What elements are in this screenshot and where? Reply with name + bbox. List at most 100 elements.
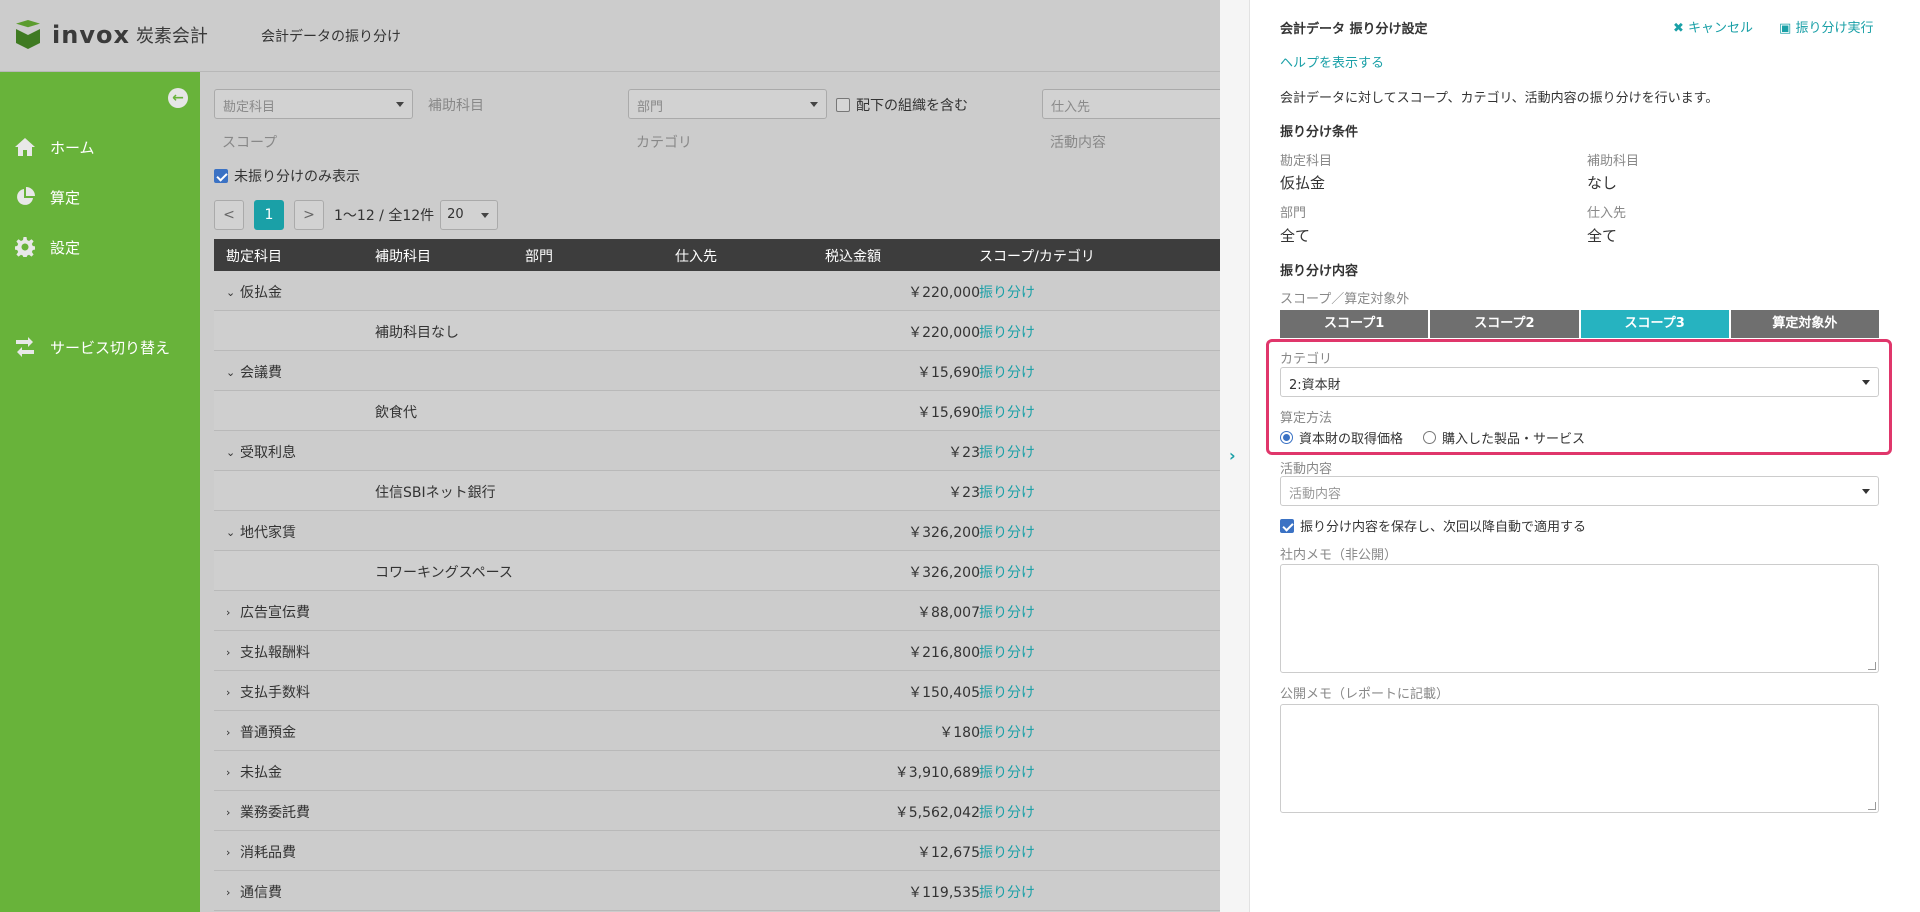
page-info: 1〜12 / 全12件 [334,208,435,224]
assign-link[interactable]: 振り分け [979,602,1035,622]
chevron-right-icon[interactable]: › [226,806,236,819]
sidebar-item-home[interactable]: ホーム [14,136,95,158]
assign-link[interactable]: 振り分け [979,402,1035,422]
account-select[interactable]: 勘定科目 [214,89,413,119]
resize-handle-icon[interactable] [1868,802,1876,810]
chevron-down-icon[interactable]: ⌄ [226,446,236,459]
checkbox-box[interactable] [1280,518,1294,533]
logo[interactable]: invox 炭素会計 [14,20,208,50]
page-size-select[interactable]: 20 [440,200,499,230]
table-row[interactable]: ⌄ 地代家賃 ￥326,200 振り分け [214,511,1220,551]
supplier-input[interactable]: 仕入先 [1042,89,1220,119]
table-row[interactable]: ⌄ 仮払金 ￥220,000 振り分け [214,271,1220,311]
table-row[interactable]: › 通信費 ￥119,535 振り分け [214,871,1220,911]
execute-label: 振り分け実行 [1795,21,1874,36]
page-1-button[interactable]: 1 [254,200,284,230]
help-link[interactable]: ヘルプを表示する [1280,52,1384,71]
public-memo-textarea[interactable] [1280,704,1879,813]
include-sub-orgs-checkbox[interactable]: 配下の組織を含む [836,95,968,115]
table-body: ⌄ 仮払金 ￥220,000 振り分け 補助科目なし ￥220,000 振り分け ⌄ 会議費 ￥1… [214,271,1220,911]
col-scope-category[interactable]: スコープ/カテゴリ [979,246,1095,266]
assign-link[interactable]: 振り分け [979,442,1035,462]
collapse-sidebar-icon[interactable]: ← [168,88,188,108]
assign-link[interactable]: 振り分け [979,482,1035,502]
row-amount: ￥5,562,042 [894,805,980,821]
table-row[interactable]: › 普通預金 ￥180 振り分け [214,711,1220,751]
chevron-right-icon[interactable]: › [226,766,236,779]
sidebar-item-calc[interactable]: 算定 [14,186,80,208]
row-amount: ￥119,535 [908,885,980,901]
resize-handle-icon[interactable] [1868,662,1876,670]
unassigned-only-checkbox[interactable]: 未振り分けのみ表示 [214,166,360,186]
public-memo-label: 公開メモ（レポートに記載） [1280,687,1450,702]
assign-link[interactable]: 振り分け [979,282,1035,302]
assign-link[interactable]: 振り分け [979,522,1035,542]
col-account[interactable]: 勘定科目 [226,246,282,266]
cancel-label: キャンセル [1688,21,1754,36]
chevron-down-icon[interactable]: ⌄ [226,366,236,379]
department-select[interactable]: 部門 [628,89,827,119]
category-select[interactable]: 2:資本財 [1280,367,1879,397]
checkbox-box[interactable] [214,169,228,183]
chevron-down-icon[interactable]: ⌄ [226,526,236,539]
assign-link[interactable]: 振り分け [979,682,1035,702]
sidebar-item-switch-service[interactable]: サービス切り替え [14,336,170,358]
chevron-right-icon[interactable]: › [226,886,236,899]
next-page-button[interactable]: > [294,200,324,230]
assign-link[interactable]: 振り分け [979,362,1035,382]
assign-link[interactable]: 振り分け [979,322,1035,342]
assign-link[interactable]: 振り分け [979,642,1035,662]
supplier-placeholder: 仕入先 [1051,100,1091,115]
col-supplier[interactable]: 仕入先 [675,246,717,266]
assign-link[interactable]: 振り分け [979,802,1035,822]
table-row[interactable]: › 支払手数料 ￥150,405 振り分け [214,671,1220,711]
sidebar-item-settings[interactable]: 設定 [14,236,80,258]
row-sub-account: 飲食代 [375,405,417,421]
assign-link[interactable]: 振り分け [979,762,1035,782]
method-radio-capital[interactable] [1280,431,1293,444]
table-row[interactable]: ⌄ 受取利息 ￥23 振り分け [214,431,1220,471]
brand-sub: 炭素会計 [135,26,208,47]
assign-link[interactable]: 振り分け [979,842,1035,862]
chevron-right-icon[interactable]: › [226,686,236,699]
scope-2-button[interactable]: スコープ2 [1430,310,1579,338]
checkbox-box[interactable] [836,98,850,112]
prev-page-button[interactable]: < [214,200,244,230]
table-row[interactable]: › 業務委託費 ￥5,562,042 振り分け [214,791,1220,831]
internal-memo-textarea[interactable] [1280,564,1879,673]
table-row[interactable]: › 広告宣伝費 ￥88,007 振り分け [214,591,1220,631]
out-of-scope-button[interactable]: 算定対象外 [1730,310,1879,338]
chevron-right-icon[interactable]: › [1229,446,1236,465]
activity-select[interactable]: 活動内容 [1280,476,1879,506]
chevron-right-icon[interactable]: › [226,646,236,659]
assign-link[interactable]: 振り分け [979,722,1035,742]
save-rule-checkbox[interactable]: 振り分け内容を保存し、次回以降自動で適用する [1280,516,1586,535]
chevron-down-icon[interactable]: ⌄ [226,286,236,299]
execute-button[interactable]: ▣ 振り分け実行 [1779,17,1873,36]
scope-3-button[interactable]: スコープ3 [1580,310,1729,338]
panel-description: 会計データに対してスコープ、カテゴリ、活動内容の振り分けを行います。 [1280,91,1719,106]
table-row[interactable]: › 未払金 ￥3,910,689 振り分け [214,751,1220,791]
table-row[interactable]: ⌄ 会議費 ￥15,690 振り分け [214,351,1220,391]
row-sub-account: コワーキングスペース [375,565,513,581]
col-amount[interactable]: 税込金額 [825,246,881,266]
row-sub-account: 補助科目なし [375,325,459,341]
col-sub-account[interactable]: 補助科目 [375,246,431,266]
gear-icon [14,236,36,258]
table-row[interactable]: › 消耗品費 ￥12,675 振り分け [214,831,1220,871]
scope-1-button[interactable]: スコープ1 [1280,310,1429,338]
method-radio-purchased[interactable] [1423,431,1437,444]
cancel-button[interactable]: ✖ キャンセル [1673,17,1753,36]
row-amount: ￥220,000 [908,285,980,301]
table-row[interactable]: › 支払報酬料 ￥216,800 振り分け [214,631,1220,671]
chevron-right-icon[interactable]: › [226,846,236,859]
chevron-right-icon[interactable]: › [226,726,236,739]
assign-link[interactable]: 振り分け [979,882,1035,902]
chevron-right-icon[interactable]: › [226,606,236,619]
activity-label: 活動内容 [1050,135,1106,151]
row-account: ⌄ 会議費 [226,362,282,382]
col-department[interactable]: 部門 [525,246,553,266]
assign-link[interactable]: 振り分け [979,562,1035,582]
pagination: < 1 > 1〜12 / 全12件 20 [214,200,499,230]
row-account: ⌄ 仮払金 [226,282,282,302]
